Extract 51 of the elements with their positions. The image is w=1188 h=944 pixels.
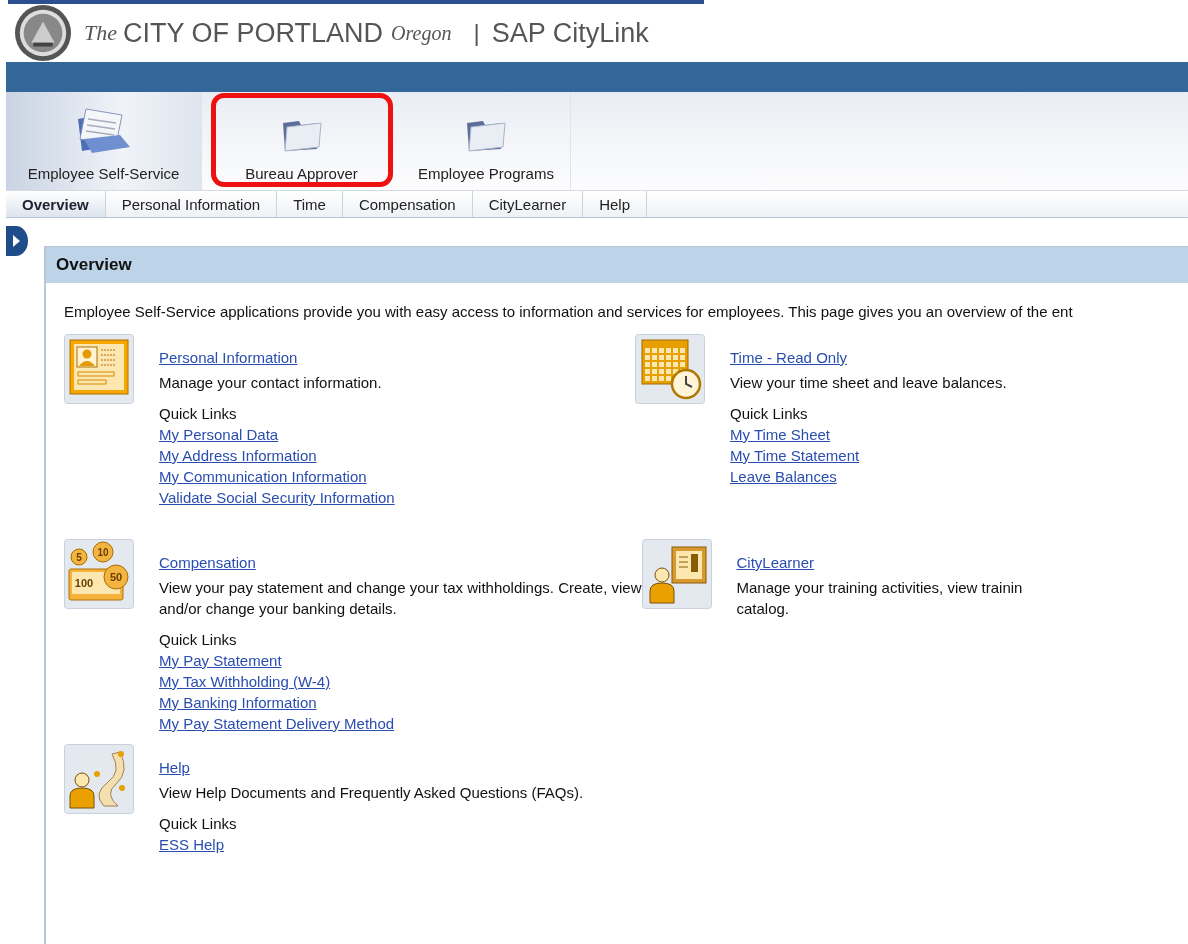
section-title-link[interactable]: Compensation (159, 552, 256, 573)
roadmap-person-icon (64, 744, 134, 814)
expand-icon[interactable] (6, 226, 28, 256)
tab[interactable]: Personal Information (105, 191, 278, 217)
tab[interactable]: Compensation (342, 191, 473, 217)
calendar-clock-icon (635, 334, 705, 404)
product-name: SAP CityLink (491, 17, 649, 49)
quick-link[interactable]: My Time Statement (730, 445, 860, 466)
top-navigation-item[interactable]: Bureau Approver (212, 94, 392, 186)
brand-name: CITY OF PORTLAND (123, 17, 384, 49)
section-description: View Help Documents and Frequently Asked Questions (FAQs). (159, 783, 584, 803)
section-description: View your time sheet and leave balances. (730, 373, 1007, 393)
top-navigation-item[interactable]: Employee Self-Service (6, 92, 202, 190)
quick-link[interactable]: Leave Balances (730, 466, 837, 487)
quick-link[interactable]: My Tax Withholding (W-4) (159, 671, 331, 692)
quick-links-label: Quick Links (159, 814, 238, 834)
section-title-link[interactable]: Personal Information (159, 347, 298, 368)
section-title-link[interactable]: Time - Read Only (730, 347, 847, 368)
trainer-board-icon (641, 539, 712, 609)
quick-link[interactable]: My Time Sheet (730, 424, 831, 445)
header-separator: | (473, 19, 480, 47)
intro-text: Employee Self-Service applications provide you with easy access to information and services for employees. This page gives you an overview of the ent (64, 303, 1074, 320)
tab[interactable]: Overview (6, 191, 106, 217)
section-description: View your pay statement and change your tax withholdings. Create, view (159, 578, 642, 598)
section-description: Manage your training activities, view trainin (736, 578, 1023, 598)
city-seal-icon (14, 4, 72, 62)
section-description: and/or change your banking details. (159, 599, 398, 619)
quick-links-label: Quick Links (159, 630, 238, 650)
quick-link[interactable]: My Communication Information (159, 466, 367, 487)
section-description: Manage your contact information. (159, 373, 383, 393)
brand-suffix: Oregon (391, 21, 452, 45)
contact-card-icon (64, 334, 134, 404)
section-title-link[interactable]: Help (159, 757, 190, 778)
panel-title: Overview (46, 247, 1188, 283)
quick-link[interactable]: My Pay Statement (159, 650, 282, 671)
tab[interactable]: Help (583, 191, 648, 217)
quick-link[interactable]: My Address Information (159, 445, 317, 466)
coins-icon: 5 10 100 50 (64, 539, 134, 609)
quick-links-label: Quick Links (159, 404, 238, 424)
tab[interactable]: Time (277, 191, 343, 217)
section-title-link[interactable]: CityLearner (736, 552, 815, 573)
quick-link[interactable]: My Personal Data (159, 424, 279, 445)
quick-links-label: Quick Links (730, 404, 809, 424)
section-description: catalog. (736, 599, 791, 619)
quick-link[interactable]: My Pay Statement Delivery Method (159, 713, 395, 734)
tab[interactable]: CityLearner (472, 191, 584, 217)
quick-link[interactable]: ESS Help (159, 834, 225, 855)
quick-link[interactable]: My Banking Information (159, 692, 317, 713)
quick-link[interactable]: Validate Social Security Information (159, 487, 395, 508)
brand-prefix: The (84, 20, 117, 46)
top-navigation-item[interactable]: Employee Programs (402, 92, 571, 190)
